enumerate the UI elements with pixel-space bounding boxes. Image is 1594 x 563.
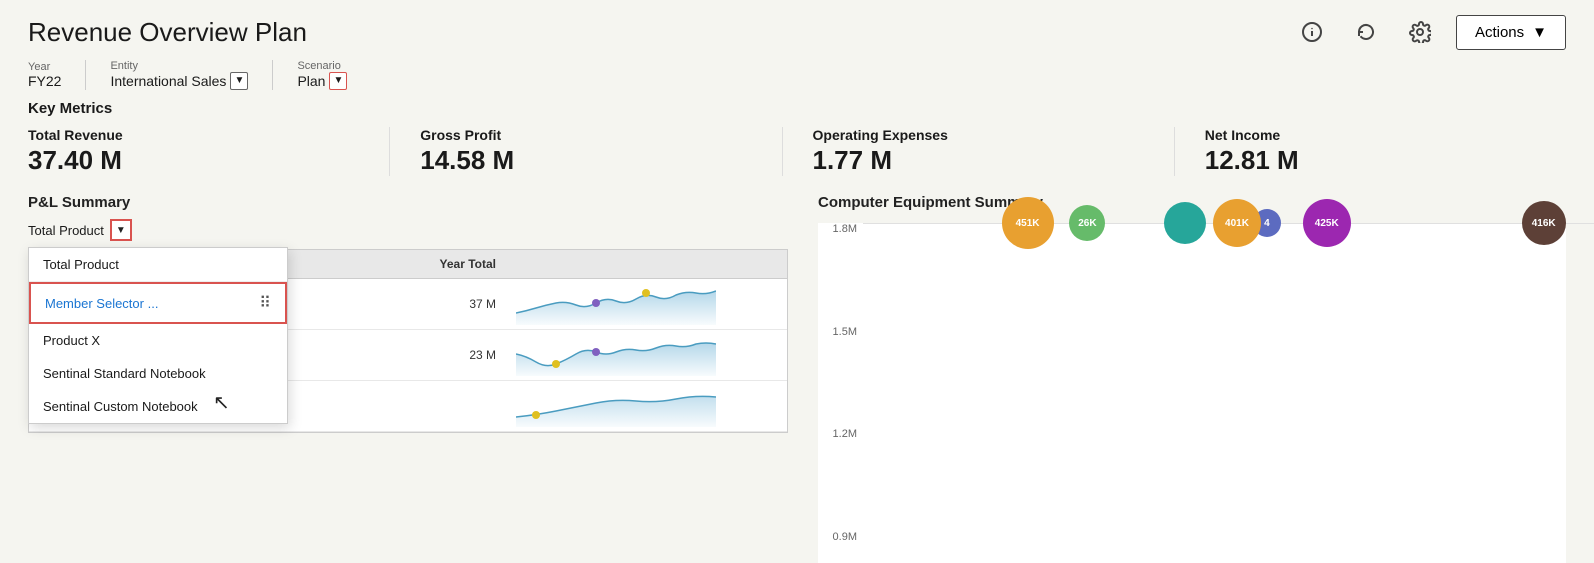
total-product-label: Total Product bbox=[28, 223, 104, 238]
row2-sparkline bbox=[508, 330, 787, 380]
bubble-416k: 416K bbox=[1522, 201, 1566, 245]
row3-sparkline bbox=[508, 381, 787, 431]
entity-dropdown-btn[interactable]: ▼ bbox=[230, 72, 248, 90]
total-product-dropdown-btn[interactable]: ▼ bbox=[110, 219, 132, 241]
gross-profit-value: 14.58 M bbox=[420, 145, 761, 176]
settings-button[interactable] bbox=[1402, 14, 1438, 50]
header-actions: Actions ▼ bbox=[1294, 14, 1566, 50]
entity-label: Entity bbox=[110, 60, 248, 72]
dropdown-item-total-product[interactable]: Total Product bbox=[29, 248, 287, 282]
filter-divider-2 bbox=[272, 60, 273, 90]
chevron-down-icon: ▼ bbox=[1532, 24, 1547, 41]
refresh-button[interactable] bbox=[1348, 14, 1384, 50]
y-label-1-5m: 1.5M bbox=[833, 326, 857, 338]
dropdown-item-member-selector[interactable]: Member Selector ... ⠿ bbox=[29, 282, 287, 324]
y-label-0-9m: 0.9M bbox=[833, 531, 857, 543]
net-income-title: Net Income bbox=[1205, 127, 1546, 143]
bubble-451k: 451K bbox=[1002, 197, 1054, 249]
y-label-1-8m: 1.8M bbox=[833, 223, 857, 235]
header-bar: Revenue Overview Plan Actions ▼ bbox=[0, 0, 1594, 58]
y-label-1-2m: 1.2M bbox=[833, 428, 857, 440]
bubble-chart: 1.8M 1.5M 1.2M 0.9M 451K 26K 4 425K 416K… bbox=[818, 223, 1566, 563]
entity-filter: Entity International Sales ▼ bbox=[110, 60, 248, 90]
year-value: FY22 bbox=[28, 73, 61, 89]
year-label: Year bbox=[28, 61, 61, 73]
page-title: Revenue Overview Plan bbox=[28, 17, 307, 48]
dropdown-item-sentinal-standard[interactable]: Sentinal Standard Notebook bbox=[29, 357, 287, 390]
bubble-425k: 425K bbox=[1303, 199, 1351, 247]
row1-sparkline bbox=[508, 279, 787, 329]
bubble-teal bbox=[1164, 202, 1206, 244]
scenario-value-group: Plan ▼ bbox=[297, 72, 347, 90]
gross-profit-card: Gross Profit 14.58 M bbox=[389, 127, 781, 176]
entity-value-group: International Sales ▼ bbox=[110, 72, 248, 90]
info-button[interactable] bbox=[1294, 14, 1330, 50]
bubble-26k: 26K bbox=[1069, 205, 1105, 241]
total-revenue-value: 37.40 M bbox=[28, 145, 369, 176]
operating-expenses-value: 1.77 M bbox=[813, 145, 1154, 176]
operating-expenses-title: Operating Expenses bbox=[813, 127, 1154, 143]
total-revenue-card: Total Revenue 37.40 M bbox=[28, 127, 389, 176]
y-axis: 1.8M 1.5M 1.2M 0.9M bbox=[818, 223, 863, 543]
filter-divider-1 bbox=[85, 60, 86, 90]
computer-equipment-panel: Computer Equipment Summary 1.8M 1.5M 1.2… bbox=[818, 194, 1566, 563]
product-dropdown-menu: Total Product Member Selector ... ⠿ Prod… bbox=[28, 247, 288, 424]
pl-header: P&L Summary bbox=[28, 194, 788, 211]
pl-title: P&L Summary bbox=[28, 194, 130, 211]
col-header-chart bbox=[508, 250, 787, 278]
total-revenue-title: Total Revenue bbox=[28, 127, 369, 143]
actions-button[interactable]: Actions ▼ bbox=[1456, 15, 1566, 50]
pl-summary-panel: P&L Summary Total Product ▼ Total Produc… bbox=[28, 194, 788, 563]
bubble-401k: 401K bbox=[1213, 199, 1261, 247]
key-metrics-label: Key Metrics bbox=[0, 100, 1594, 127]
operating-expenses-card: Operating Expenses 1.77 M bbox=[782, 127, 1174, 176]
main-content: P&L Summary Total Product ▼ Total Produc… bbox=[0, 194, 1594, 563]
year-filter: Year FY22 bbox=[28, 61, 61, 89]
dropdown-item-sentinal-custom[interactable]: Sentinal Custom Notebook bbox=[29, 390, 287, 423]
scenario-dropdown-btn[interactable]: ▼ bbox=[329, 72, 347, 90]
scenario-label: Scenario bbox=[297, 60, 347, 72]
net-income-value: 12.81 M bbox=[1205, 145, 1546, 176]
dropdown-item-product-x[interactable]: Product X bbox=[29, 324, 287, 357]
filters-bar: Year FY22 Entity International Sales ▼ S… bbox=[0, 58, 1594, 100]
metrics-row: Total Revenue 37.40 M Gross Profit 14.58… bbox=[0, 127, 1594, 194]
member-selector-icon: ⠿ bbox=[259, 293, 271, 313]
gross-profit-title: Gross Profit bbox=[420, 127, 761, 143]
scenario-filter: Scenario Plan ▼ bbox=[297, 60, 347, 90]
net-income-card: Net Income 12.81 M bbox=[1174, 127, 1566, 176]
